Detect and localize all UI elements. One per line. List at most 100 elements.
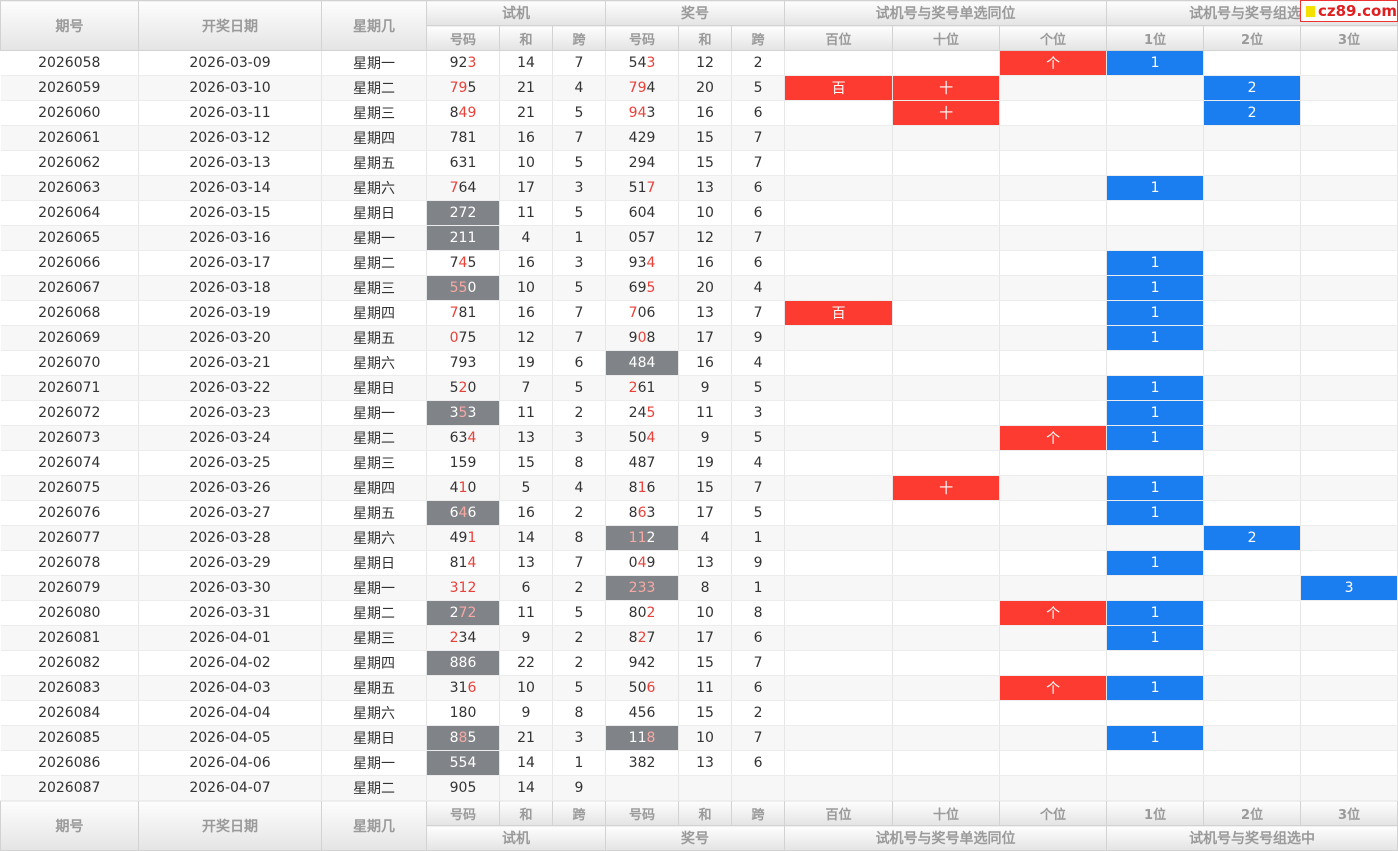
- combo-3-cell: [1300, 675, 1398, 701]
- combo-2-cell: [1203, 675, 1302, 701]
- trial-sum-cell: 16: [499, 300, 553, 326]
- weekday-cell: 星期三: [321, 450, 427, 476]
- digit: 5: [628, 55, 638, 71]
- digit: 4: [646, 355, 656, 371]
- combo-1-cell: [1106, 450, 1205, 476]
- trial-code-cell: 410: [426, 475, 500, 501]
- prize-span-cell: [731, 775, 786, 801]
- hundreds-match-cell: [784, 650, 894, 676]
- combo-1-cell: 1: [1106, 250, 1205, 276]
- prize-span-cell: 6: [731, 675, 786, 701]
- footer-prize-group: 奖号: [605, 825, 786, 851]
- units-match-cell: [999, 575, 1108, 601]
- prize-code-cell: 802: [605, 600, 680, 626]
- hundreds-match-cell: 百: [784, 75, 894, 101]
- digit: 3: [449, 580, 459, 596]
- header-date: 开奖日期: [138, 0, 322, 51]
- trial-code-cell: 905: [426, 775, 500, 801]
- trial-code-cell: 180: [426, 700, 500, 726]
- prize-sum-cell: 16: [678, 100, 733, 126]
- trial-sum-cell: 12: [499, 325, 553, 351]
- tens-match-cell: [892, 275, 1001, 301]
- prize-span-cell: 9: [731, 325, 786, 351]
- prize-sum-cell: 10: [678, 600, 733, 626]
- combo-1-cell: [1106, 650, 1205, 676]
- combo-2-cell: [1203, 350, 1302, 376]
- trial-code-cell: 745: [426, 250, 500, 276]
- prize-span-cell: 7: [731, 125, 786, 151]
- prize-sum-cell: 11: [678, 400, 733, 426]
- digit: 2: [628, 155, 638, 171]
- prize-sum-cell: 10: [678, 725, 733, 751]
- digit: 9: [449, 55, 459, 71]
- digit: 3: [467, 355, 477, 371]
- digit: 3: [628, 755, 638, 771]
- hundreds-match-cell: [784, 325, 894, 351]
- combo-2-cell: [1203, 425, 1302, 451]
- combo-1-cell: 1: [1106, 175, 1205, 201]
- table-row: 2026080 2026-03-31 星期二 272 11 5 802 10 8 个 1: [0, 600, 1398, 626]
- tens-match-cell: [892, 250, 1001, 276]
- footer-issue: 期号: [0, 800, 139, 851]
- prize-code-cell: 233: [605, 575, 680, 601]
- combo-1-cell: 1: [1106, 500, 1205, 526]
- date-cell: 2026-03-21: [138, 350, 322, 376]
- prize-code-cell: 429: [605, 125, 680, 151]
- weekday-cell: 星期三: [321, 275, 427, 301]
- digit: 0: [467, 480, 477, 496]
- combo-1-cell: 1: [1106, 475, 1205, 501]
- combo-2-cell: [1203, 650, 1302, 676]
- prize-code-cell: 934: [605, 250, 680, 276]
- trial-code-cell: 781: [426, 125, 500, 151]
- trial-sum-cell: 5: [499, 475, 553, 501]
- trial-sum-cell: 7: [499, 375, 553, 401]
- units-match-cell: [999, 400, 1108, 426]
- trial-span-cell: 5: [552, 600, 607, 626]
- date-cell: 2026-03-14: [138, 175, 322, 201]
- digit: 4: [646, 255, 656, 271]
- units-match-cell: 个: [999, 50, 1108, 76]
- date-cell: 2026-04-01: [138, 625, 322, 651]
- weekday-cell: 星期日: [321, 725, 427, 751]
- tens-match-cell: [892, 350, 1001, 376]
- digit: 8: [628, 480, 638, 496]
- issue-cell: 2026071: [0, 375, 139, 401]
- table-row: 2026079 2026-03-30 星期一 312 6 2 233 8 1 3: [0, 575, 1398, 601]
- tens-match-cell: [892, 550, 1001, 576]
- weekday-cell: 星期四: [321, 650, 427, 676]
- digit: 7: [449, 355, 459, 371]
- units-match-cell: [999, 300, 1108, 326]
- digit: 8: [449, 105, 459, 121]
- date-cell: 2026-04-05: [138, 725, 322, 751]
- digit: 2: [628, 380, 638, 396]
- digit: 0: [467, 280, 477, 296]
- combo-2-cell: [1203, 275, 1302, 301]
- trial-code-cell: 885: [426, 725, 500, 751]
- issue-cell: 2026066: [0, 250, 139, 276]
- digit: 2: [646, 755, 656, 771]
- digit: 5: [467, 730, 477, 746]
- combo-2-cell: [1203, 50, 1302, 76]
- date-cell: 2026-03-30: [138, 575, 322, 601]
- trial-code-cell: 886: [426, 650, 500, 676]
- prize-code-cell: 863: [605, 500, 680, 526]
- combo-3-cell: [1300, 700, 1398, 726]
- combo-3-cell: [1300, 450, 1398, 476]
- date-cell: 2026-04-02: [138, 650, 322, 676]
- table-row: 2026086 2026-04-06 星期一 554 14 1 382 13 6: [0, 750, 1398, 776]
- lottery-trend-table: 期号 开奖日期 星期几 试机 奖号 试机号与奖号单选同位 试机号与奖号组选中 号…: [0, 0, 1398, 851]
- site-logo-link[interactable]: cz89.com: [1300, 0, 1398, 22]
- combo-1-cell: [1106, 525, 1205, 551]
- digit: 4: [646, 430, 656, 446]
- prize-sum-cell: 15: [678, 700, 733, 726]
- units-match-cell: [999, 75, 1108, 101]
- weekday-cell: 星期一: [321, 750, 427, 776]
- digit: 3: [449, 405, 459, 421]
- footer-hundreds: 百位: [784, 800, 894, 826]
- digit: 6: [449, 430, 459, 446]
- issue-cell: 2026058: [0, 50, 139, 76]
- footer-combo-2: 2位: [1203, 800, 1302, 826]
- trial-sum-cell: 9: [499, 625, 553, 651]
- logo-square-icon: [1306, 5, 1315, 17]
- prize-span-cell: 9: [731, 550, 786, 576]
